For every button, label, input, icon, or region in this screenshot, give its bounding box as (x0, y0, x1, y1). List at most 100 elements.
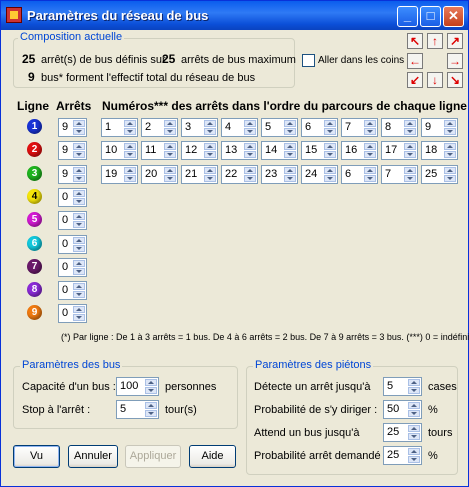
spin-up-icon[interactable] (408, 448, 420, 455)
spin-down-icon[interactable] (408, 456, 420, 463)
spin-down-icon[interactable] (204, 128, 216, 135)
spin-down-icon[interactable] (124, 175, 136, 182)
apply-button[interactable]: Appliquer (125, 445, 181, 468)
spin-down-icon[interactable] (73, 245, 85, 252)
spin-down-icon[interactable] (284, 128, 296, 135)
spin-up-icon[interactable] (164, 143, 176, 150)
stop-number-spinner[interactable]: 8 (381, 118, 418, 137)
help-button[interactable]: Aide (189, 445, 236, 468)
corners-checkbox[interactable] (302, 54, 315, 67)
stop-number-spinner[interactable]: 14 (261, 141, 298, 160)
spin-down-icon[interactable] (324, 128, 336, 135)
stop-number-spinner[interactable]: 10 (101, 141, 138, 160)
spin-up-icon[interactable] (324, 167, 336, 174)
stop-number-spinner[interactable]: 21 (181, 165, 218, 184)
stop-number-spinner[interactable]: 18 (421, 141, 458, 160)
title-bar[interactable]: Paramètres du réseau de bus _ □ ✕ (1, 1, 468, 30)
stop-number-spinner[interactable]: 22 (221, 165, 258, 184)
spin-up-icon[interactable] (204, 167, 216, 174)
spin-down-icon[interactable] (244, 128, 256, 135)
spin-up-icon[interactable] (408, 402, 420, 409)
spin-down-icon[interactable] (364, 151, 376, 158)
arrow-down-right-icon[interactable]: ↘ (447, 72, 463, 88)
arrow-right-icon[interactable]: → (447, 53, 463, 69)
spin-down-icon[interactable] (444, 151, 456, 158)
stop-number-spinner[interactable]: 19 (101, 165, 138, 184)
stop-number-spinner[interactable]: 6 (301, 118, 338, 137)
spin-up-icon[interactable] (284, 143, 296, 150)
maximize-button[interactable]: □ (420, 6, 441, 27)
spin-down-icon[interactable] (244, 175, 256, 182)
spin-up-icon[interactable] (408, 379, 420, 386)
stop-number-spinner[interactable]: 7 (341, 118, 378, 137)
spin-down-icon[interactable] (124, 151, 136, 158)
arrow-down-icon[interactable]: ↓ (427, 72, 443, 88)
stop-number-spinner[interactable]: 12 (181, 141, 218, 160)
spin-down-icon[interactable] (145, 410, 157, 417)
stops-spinner[interactable]: 9 (58, 141, 87, 160)
arrow-down-left-icon[interactable]: ↙ (407, 72, 423, 88)
spin-up-icon[interactable] (124, 167, 136, 174)
ok-button[interactable]: Vu (13, 445, 60, 468)
spin-up-icon[interactable] (204, 120, 216, 127)
stop-spinner[interactable]: 5 (116, 400, 159, 419)
spin-up-icon[interactable] (364, 167, 376, 174)
stops-spinner[interactable]: 0 (58, 281, 87, 300)
stop-number-spinner[interactable]: 7 (381, 165, 418, 184)
stop-number-spinner[interactable]: 3 (181, 118, 218, 137)
spin-down-icon[interactable] (145, 387, 157, 394)
stop-number-spinner[interactable]: 4 (221, 118, 258, 137)
stops-spinner[interactable]: 9 (58, 118, 87, 137)
spin-down-icon[interactable] (73, 198, 85, 205)
spin-up-icon[interactable] (124, 120, 136, 127)
spin-up-icon[interactable] (73, 120, 85, 127)
spin-up-icon[interactable] (164, 120, 176, 127)
spin-up-icon[interactable] (324, 143, 336, 150)
spin-down-icon[interactable] (124, 128, 136, 135)
spin-up-icon[interactable] (145, 402, 157, 409)
spin-up-icon[interactable] (404, 167, 416, 174)
stop-number-spinner[interactable]: 5 (261, 118, 298, 137)
spin-down-icon[interactable] (73, 314, 85, 321)
stop-number-spinner[interactable]: 23 (261, 165, 298, 184)
spin-up-icon[interactable] (73, 213, 85, 220)
spin-down-icon[interactable] (444, 175, 456, 182)
spin-down-icon[interactable] (408, 387, 420, 394)
wait-spinner[interactable]: 25 (383, 423, 422, 442)
spin-down-icon[interactable] (324, 175, 336, 182)
stop-number-spinner[interactable]: 2 (141, 118, 178, 137)
spin-up-icon[interactable] (364, 120, 376, 127)
cancel-button[interactable]: Annuler (68, 445, 118, 468)
stop-number-spinner[interactable]: 9 (421, 118, 458, 137)
spin-down-icon[interactable] (244, 151, 256, 158)
stops-spinner[interactable]: 0 (58, 235, 87, 254)
spin-down-icon[interactable] (164, 128, 176, 135)
spin-down-icon[interactable] (284, 175, 296, 182)
stop-number-spinner[interactable]: 24 (301, 165, 338, 184)
detect-spinner[interactable]: 5 (383, 377, 422, 396)
stop-number-spinner[interactable]: 17 (381, 141, 418, 160)
arrow-up-right-icon[interactable]: ↗ (447, 33, 463, 49)
spin-up-icon[interactable] (73, 283, 85, 290)
spin-up-icon[interactable] (244, 143, 256, 150)
spin-down-icon[interactable] (164, 151, 176, 158)
spin-up-icon[interactable] (204, 143, 216, 150)
stop-number-spinner[interactable]: 15 (301, 141, 338, 160)
spin-up-icon[interactable] (244, 167, 256, 174)
spin-down-icon[interactable] (73, 268, 85, 275)
spin-down-icon[interactable] (73, 221, 85, 228)
spin-down-icon[interactable] (404, 151, 416, 158)
stops-spinner[interactable]: 0 (58, 304, 87, 323)
stops-spinner[interactable]: 0 (58, 211, 87, 230)
close-button[interactable]: ✕ (443, 6, 464, 27)
spin-up-icon[interactable] (408, 425, 420, 432)
stop-number-spinner[interactable]: 6 (341, 165, 378, 184)
spin-up-icon[interactable] (404, 143, 416, 150)
spin-up-icon[interactable] (73, 237, 85, 244)
spin-up-icon[interactable] (444, 167, 456, 174)
stop-number-spinner[interactable]: 11 (141, 141, 178, 160)
spin-up-icon[interactable] (244, 120, 256, 127)
stops-spinner[interactable]: 0 (58, 258, 87, 277)
arrow-up-left-icon[interactable]: ↖ (407, 33, 423, 49)
spin-up-icon[interactable] (364, 143, 376, 150)
